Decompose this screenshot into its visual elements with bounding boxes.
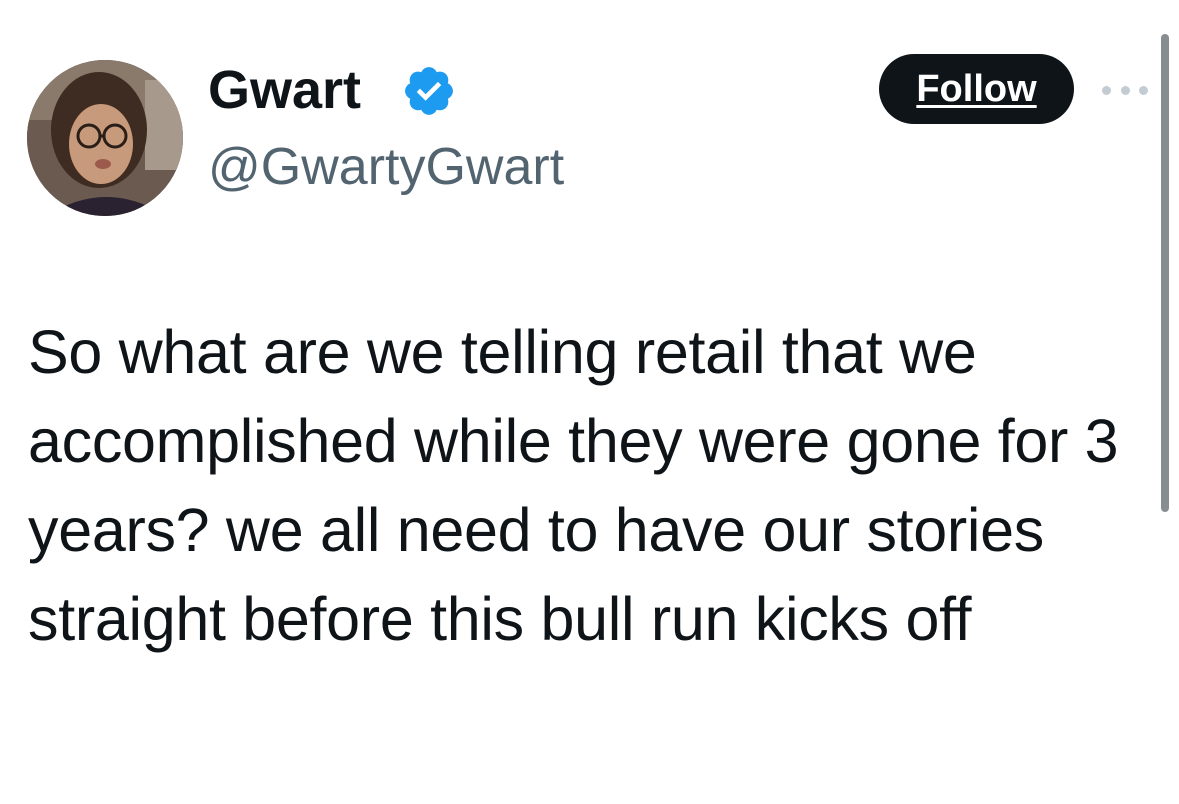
follow-button[interactable]: Follow bbox=[879, 54, 1074, 124]
verified-badge-icon bbox=[405, 67, 453, 115]
tweet-card: Gwart @GwartyGwart Follow So what are we… bbox=[0, 0, 1179, 804]
user-handle[interactable]: @GwartyGwart bbox=[208, 136, 564, 198]
more-dot bbox=[1102, 85, 1111, 95]
avatar[interactable] bbox=[27, 60, 183, 216]
more-dot bbox=[1139, 85, 1148, 95]
avatar-image bbox=[27, 60, 183, 216]
more-dot bbox=[1120, 85, 1130, 95]
more-options-icon[interactable] bbox=[1102, 80, 1148, 100]
tweet-text: So what are we telling retail that we ac… bbox=[28, 318, 1119, 653]
display-name[interactable]: Gwart bbox=[208, 58, 361, 122]
scrollbar[interactable] bbox=[1161, 34, 1169, 512]
